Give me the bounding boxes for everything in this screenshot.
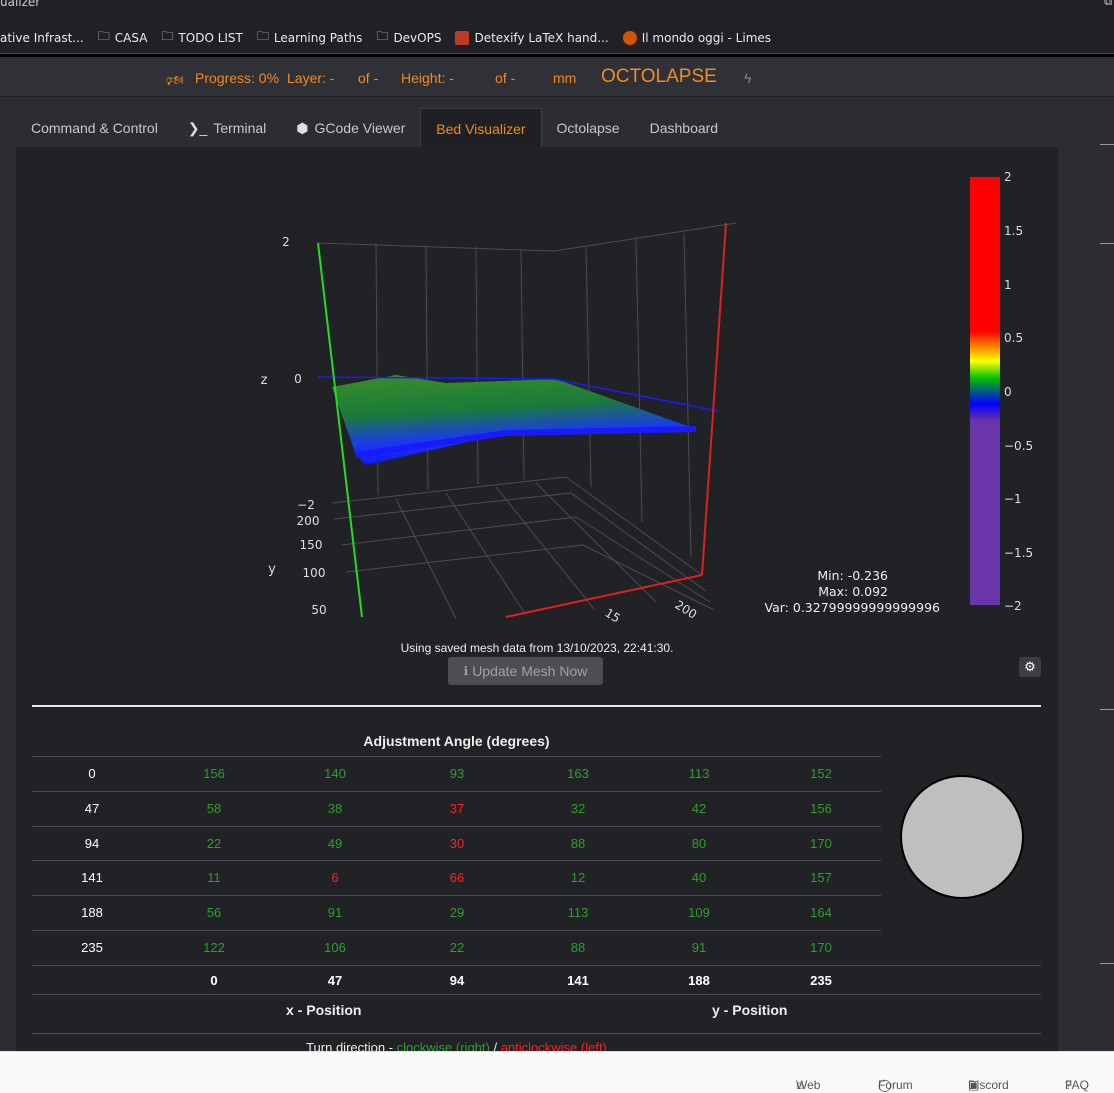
colorbar-tick: 1 <box>1004 278 1012 292</box>
table-row: 235 122 106 22 88 91 170 <box>32 930 881 965</box>
scrollbar-mark <box>1100 709 1114 710</box>
x-position-header-row: 0 47 94 141 188 235 <box>32 965 1041 995</box>
tab-octolapse[interactable]: Octolapse <box>542 108 635 148</box>
scrollbar-mark <box>1100 243 1114 244</box>
y-tick: 100 <box>303 566 326 580</box>
scrollbar-mark <box>1100 963 1114 964</box>
x-axis-line <box>701 222 727 576</box>
y-position-label: y - Position <box>712 1002 788 1018</box>
colorbar-tick: −0.5 <box>1004 439 1033 453</box>
y-tick: 150 <box>300 538 323 552</box>
colorbar-tick: 1.5 <box>1004 224 1023 238</box>
tab-command-control[interactable]: Command & Control <box>16 108 173 148</box>
bookmark-detexify[interactable]: Detexify LaTeX hand... <box>455 30 609 45</box>
x-axis-base <box>505 574 703 618</box>
window-title: ualizer <box>0 0 41 9</box>
mesh-caption: Using saved mesh data from 13/10/2023, 2… <box>400 641 674 655</box>
mesh-stats: Min: -0.236 Max: 0.092 Var: 0.3279999999… <box>765 568 941 615</box>
table-row: 47 58 38 37 32 42 156 <box>32 791 881 826</box>
settings-gear-button[interactable]: ⚙ <box>1019 657 1041 677</box>
detexify-icon <box>455 30 470 45</box>
colorbar-tick: 2 <box>1004 170 1012 184</box>
folder-icon: 🗀 <box>97 29 110 43</box>
octolapse-brand[interactable]: OCTOLAPSE <box>601 66 717 88</box>
divider <box>32 705 1041 707</box>
table-row: 94 22 49 30 88 80 170 <box>32 826 881 861</box>
top-navbar: 🕬 Progress: 0% Layer: - of - Height: - o… <box>0 57 1114 97</box>
table-row: 0 156 140 93 163 113 152 <box>32 756 881 791</box>
height-of-text: of - <box>495 70 516 86</box>
position-labels-row: x - Position y - Position <box>32 994 1041 1032</box>
bookmark-devops[interactable]: 🗀 DevOPS <box>376 27 441 48</box>
stat-min: Min: -0.236 <box>817 568 888 583</box>
z-tick: 2 <box>282 235 290 249</box>
stat-max: Max: 0.092 <box>818 584 888 599</box>
bookmarks-bar: ative Infrast... 🗀 CASA 🗀 TODO LIST 🗀 Learn… <box>0 22 1114 54</box>
z-tick: −2 <box>297 498 315 512</box>
colorbar-ticks: 2 1.5 1 0.5 0 −0.5 −1 −1.5 −2 <box>1004 170 1033 613</box>
layer-of-text: of - <box>358 70 379 86</box>
bolt-icon[interactable]: ϟ <box>744 70 751 86</box>
y-axis-label: y <box>268 562 276 577</box>
colorbar-tick: −1 <box>1004 492 1022 506</box>
window-titlebar: ualizer ⧉ <box>0 0 1114 22</box>
x-tick: 15 <box>602 606 622 626</box>
colorbar-tick: −2 <box>1004 599 1022 613</box>
colorbar-tick: 0.5 <box>1004 331 1023 345</box>
z-tick: 0 <box>294 372 302 386</box>
table-row: 188 56 91 29 113 109 164 <box>32 895 881 930</box>
y-tick: 200 <box>297 514 320 528</box>
scrollbar-mark <box>1100 144 1114 145</box>
table-row: 141 11 6 66 12 40 157 <box>32 860 881 895</box>
x-tick: 200 <box>672 598 699 622</box>
tab-dashboard[interactable]: Dashboard <box>635 108 734 148</box>
height-text: Height: - <box>401 70 454 86</box>
terminal-icon: ❯_ <box>187 119 208 136</box>
footer-bar: ⌂ Web ◯ Forum ▣ Discord ? FAQ <box>0 1051 1114 1093</box>
tab-bed-visualizer[interactable]: Bed Visualizer <box>420 108 542 148</box>
bookmark-todo-list[interactable]: 🗀 TODO LIST <box>161 27 242 48</box>
restore-window-icon[interactable]: ⧉ <box>1104 0 1112 9</box>
cube-icon: ⬢ <box>296 119 309 136</box>
main-tabs: Command & Control ❯_ Terminal ⬢ GCode View… <box>16 108 733 148</box>
bookmark-native-infrast[interactable]: ative Infrast... <box>0 31 84 45</box>
megaphone-icon: 🕬 <box>166 72 184 88</box>
limes-icon <box>622 30 637 45</box>
table-title: Adjustment Angle (degrees) <box>363 733 550 749</box>
update-mesh-button[interactable]: ℹ Update Mesh Now <box>448 657 603 685</box>
bed-visualizer-panel: 2 0 z −2 200 150 y 100 50 200 15 2 1.5 1… <box>16 147 1058 1057</box>
layer-text: Layer: - <box>287 70 335 86</box>
unit-text: mm <box>553 70 577 86</box>
mesh-3d-plot[interactable]: 2 0 z −2 200 150 y 100 50 200 15 2 1.5 1… <box>16 147 1058 627</box>
tab-gcode-viewer[interactable]: ⬢ GCode Viewer <box>281 108 420 148</box>
stat-var: Var: 0.32799999999999996 <box>765 600 941 615</box>
tab-terminal[interactable]: ❯_ Terminal <box>173 108 281 148</box>
divider <box>32 1033 1041 1034</box>
gear-icon: ⚙ <box>1024 659 1036 674</box>
progress-text: Progress: 0% <box>195 70 280 86</box>
x-position-label: x - Position <box>286 1002 362 1018</box>
z-axis-label: z <box>261 373 268 388</box>
folder-icon: 🗀 <box>161 29 174 43</box>
folder-icon: 🗀 <box>256 29 269 43</box>
colorbar-tick: −1.5 <box>1004 546 1033 560</box>
bed-indicator-circle <box>900 775 1024 899</box>
colorbar <box>970 177 1000 605</box>
y-tick: 50 <box>311 603 326 617</box>
bookmark-learning-paths[interactable]: 🗀 Learning Paths <box>257 27 363 48</box>
colorbar-tick: 0 <box>1004 385 1012 399</box>
bookmark-limes[interactable]: Il mondo oggi - Limes <box>622 30 771 45</box>
folder-icon: 🗀 <box>376 29 389 43</box>
info-icon: ℹ <box>463 664 469 678</box>
bookmark-casa[interactable]: 🗀 CASA <box>98 27 148 48</box>
